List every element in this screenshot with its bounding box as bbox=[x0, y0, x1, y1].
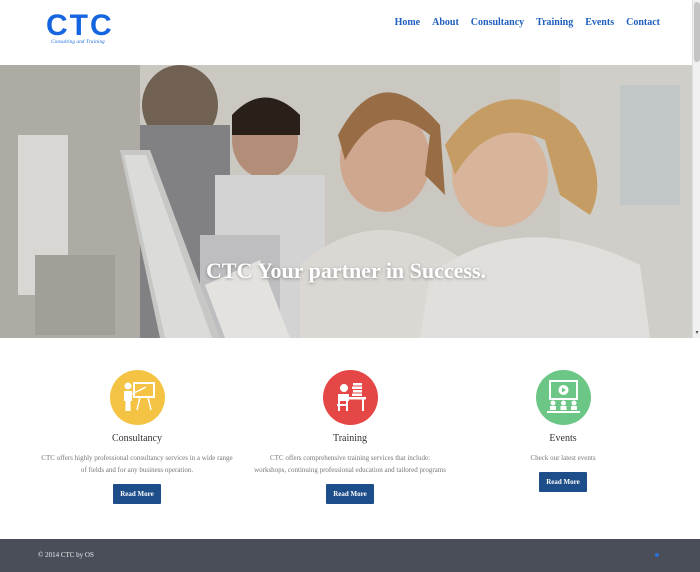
hero-title: CTC Your partner in Success. bbox=[205, 258, 487, 283]
nav-events[interactable]: Events bbox=[585, 17, 614, 28]
hero-banner: CTC Your partner in Success. bbox=[0, 65, 692, 338]
hero-image bbox=[0, 65, 692, 338]
scrollbar[interactable]: ▾ bbox=[692, 0, 700, 338]
feature-description: CTC offers highly professional consultan… bbox=[17, 452, 257, 476]
feature-desc-line1: CTC offers highly professional consultan… bbox=[41, 454, 233, 462]
feature-training: Training CTC offers comprehensive traini… bbox=[230, 370, 470, 504]
feature-title: Consultancy bbox=[112, 433, 162, 444]
logo-tagline: Consulting and Training bbox=[51, 40, 105, 45]
scrollbar-thumb[interactable] bbox=[694, 2, 700, 62]
nav-training[interactable]: Training bbox=[536, 17, 573, 28]
logo-mark: CTC bbox=[46, 9, 114, 42]
feature-title: Training bbox=[332, 433, 368, 444]
ctc-logo[interactable]: CTC Consulting and Training bbox=[46, 9, 114, 48]
feature-desc-line1: CTC offers comprehensive training servic… bbox=[269, 454, 431, 462]
feature-consultancy: Consultancy CTC offers highly profession… bbox=[17, 370, 257, 504]
feature-title: Events bbox=[549, 433, 577, 444]
site-header: CTC Consulting and Training Home About C… bbox=[0, 0, 692, 65]
main-nav: Home About Consultancy Training Events C… bbox=[395, 17, 660, 28]
feature-desc-line2: workshops, continuing professional educa… bbox=[254, 466, 446, 474]
site-footer: © 2014 CTC by OS bbox=[0, 539, 700, 572]
copyright-text: © 2014 CTC by OS bbox=[38, 551, 94, 559]
feature-description: Check our latest events bbox=[443, 452, 683, 464]
scroll-down-arrow-icon[interactable]: ▾ bbox=[694, 330, 700, 336]
nav-consultancy[interactable]: Consultancy bbox=[471, 17, 524, 28]
video-audience-icon bbox=[535, 370, 591, 425]
nav-about[interactable]: About bbox=[432, 17, 459, 28]
features-section: Consultancy CTC offers highly profession… bbox=[0, 338, 700, 539]
read-more-training-button[interactable]: Read More bbox=[326, 484, 374, 504]
back-to-top-icon[interactable] bbox=[655, 553, 659, 557]
read-more-events-button[interactable]: Read More bbox=[539, 472, 587, 492]
feature-events: Events Check our latest events Read More bbox=[443, 370, 683, 492]
feature-desc-line1: Check our latest events bbox=[530, 454, 596, 462]
nav-home[interactable]: Home bbox=[395, 17, 421, 28]
feature-desc-line2: of fields and for any business operation… bbox=[80, 466, 194, 474]
read-more-consultancy-button[interactable]: Read More bbox=[113, 484, 161, 504]
student-desk-icon bbox=[322, 370, 378, 425]
presenter-board-icon bbox=[109, 370, 165, 425]
nav-contact[interactable]: Contact bbox=[626, 17, 660, 28]
feature-description: CTC offers comprehensive training servic… bbox=[230, 452, 470, 476]
